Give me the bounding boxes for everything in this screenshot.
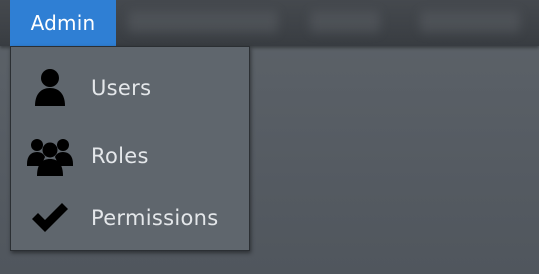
menu-item-label: Users (91, 76, 152, 100)
blurred-menu-item (310, 11, 380, 33)
menu-item-users[interactable]: Users (11, 57, 249, 119)
menu-item-roles[interactable]: Roles (11, 125, 249, 187)
top-menu-bar: Admin (0, 0, 539, 46)
checkmark-icon (23, 195, 77, 241)
menu-item-label: Permissions (91, 206, 219, 230)
group-icon (23, 133, 77, 179)
admin-menu-tab[interactable]: Admin (10, 0, 116, 46)
blurred-menu-item (420, 11, 520, 33)
admin-dropdown-menu: Users Roles Permissions (10, 46, 250, 251)
user-icon (23, 65, 77, 111)
menu-item-permissions[interactable]: Permissions (11, 187, 249, 249)
menu-item-label: Roles (91, 144, 149, 168)
blurred-menu-item (128, 11, 278, 33)
